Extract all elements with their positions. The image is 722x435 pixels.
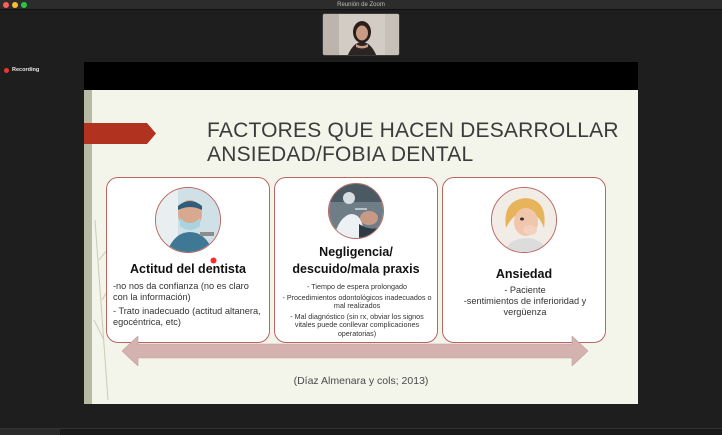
card-2-heading-line-2: descuido/mala praxis <box>292 262 420 276</box>
recording-label: Recording <box>12 67 40 73</box>
title-arrow-shape <box>84 123 156 144</box>
slide-title-line-2: ANSIEDAD/FOBIA DENTAL <box>207 143 474 166</box>
card-2-point-1: - Tiempo de espera prolongado <box>307 282 407 291</box>
pointer-dot-icon <box>210 257 217 264</box>
card-3-heading: Ansiedad <box>495 267 553 281</box>
slide-citation: (Díaz Almenara y cols; 2013) <box>293 375 429 387</box>
recording-dot-icon <box>4 67 9 73</box>
participant-video[interactable] <box>322 13 400 56</box>
card-1-heading: Actitud del dentista <box>130 262 246 276</box>
dentist-photo <box>155 187 221 253</box>
card-2-point-2: - Procedimientos odontológicos inadecuad… <box>282 292 432 311</box>
card-3-point-1: - Paciente <box>504 285 546 295</box>
participant-video-image <box>323 14 399 55</box>
dental-procedure-photo <box>328 183 384 239</box>
card-dentist-attitude: Actitud del dentista -no nos da confianz… <box>106 177 270 343</box>
card-negligence: Negligencia/ descuido/mala praxis - Tiem… <box>274 177 438 343</box>
card-1-text: -no nos da confianza (no es claro con la… <box>113 281 265 331</box>
shared-screen[interactable]: FACTORES QUE HACEN DESARROLLAR ANSIEDAD/… <box>84 62 638 404</box>
recording-indicator[interactable]: Recording <box>4 66 39 74</box>
card-2-text: - Tiempo de espera prolongado - Procedim… <box>281 282 433 341</box>
presentation-slide: FACTORES QUE HACEN DESARROLLAR ANSIEDAD/… <box>84 90 638 404</box>
card-anxiety: Ansiedad - Paciente -sentimientos de inf… <box>442 177 606 343</box>
card-2-heading: Negligencia/ descuido/mala praxis <box>279 244 433 278</box>
meeting-controls-bar <box>0 428 722 435</box>
double-arrow-shape <box>122 336 588 366</box>
anxious-patient-photo <box>491 187 557 253</box>
card-1-point-2: - Trato inadecuado (actitud altanera, eg… <box>113 306 261 327</box>
card-3-point-2: -sentimientos de inferioridad y vergüenz… <box>463 296 587 317</box>
card-2-heading-line-1: Negligencia/ <box>319 245 393 259</box>
slide-title-line-1: FACTORES QUE HACEN DESARROLLAR <box>207 119 619 142</box>
window-titlebar: Reunión de Zoom <box>0 0 722 10</box>
card-2-point-3: - Mal diagnóstico (sin rx, obviar los si… <box>290 311 424 338</box>
slide-title: FACTORES QUE HACEN DESARROLLAR ANSIEDAD/… <box>207 119 627 167</box>
meeting-controls-left <box>0 429 60 435</box>
card-1-point-1: -no nos da confianza (no es claro con la… <box>113 281 249 302</box>
window-title: Reunión de Zoom <box>337 2 385 8</box>
card-3-text: - Paciente -sentimientos de inferioridad… <box>449 285 601 318</box>
